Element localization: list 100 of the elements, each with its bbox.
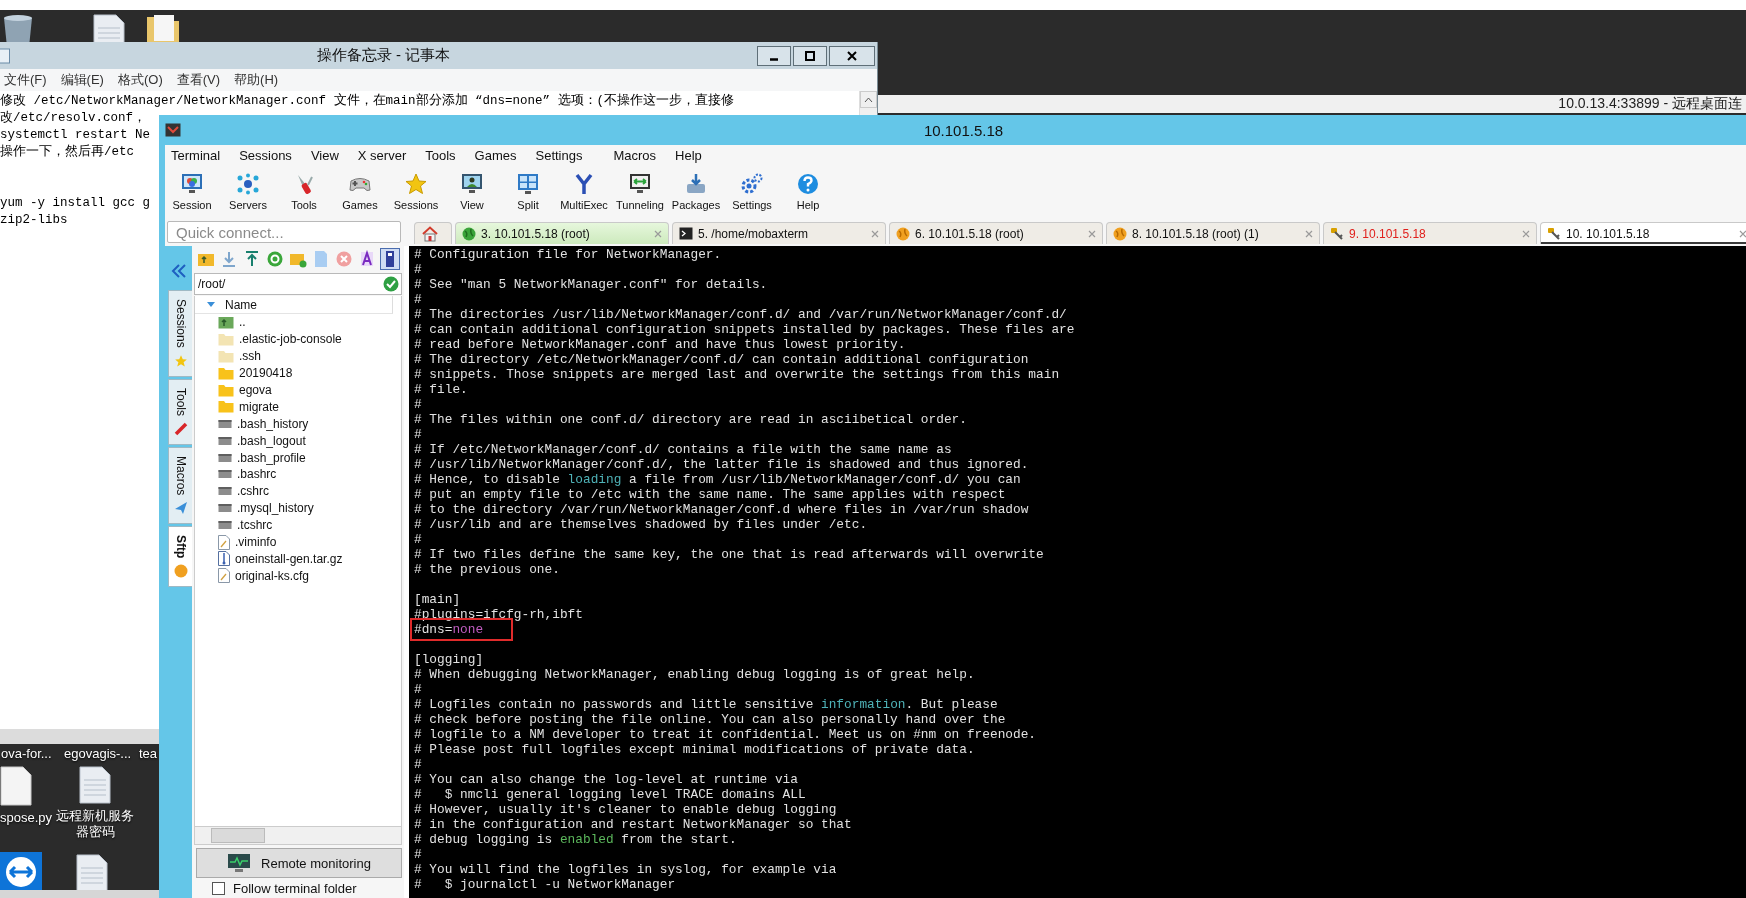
toolbar-button[interactable]: Session	[167, 168, 217, 216]
file-name[interactable]: .bash_profile	[237, 450, 306, 465]
terminal-line: [logging]	[414, 652, 484, 667]
file-name[interactable]: migrate	[239, 399, 279, 414]
file-name[interactable]: .bash_logout	[237, 433, 306, 448]
column-header[interactable]: Name	[195, 296, 393, 314]
knife-icon	[173, 421, 188, 436]
toolbar-button[interactable]	[380, 248, 400, 270]
session-tab[interactable]	[414, 222, 452, 244]
menu-item[interactable]: Help	[675, 148, 702, 163]
terminal-line: # read before NetworkManager.conf and have thus lowest priority.	[414, 337, 906, 352]
side-tab[interactable]: Macros	[168, 446, 192, 525]
session-tab[interactable]: 5. /home/mobaxterm	[672, 222, 886, 244]
file-name[interactable]: .elastic-job-console	[239, 332, 342, 347]
menu-item[interactable]: Tools	[425, 148, 456, 163]
terminal-line: # snippets. Those snippets are merged last and overwrite the settings from this main	[414, 367, 1060, 382]
follow-terminal-checkbox[interactable]: Follow terminal folder	[192, 878, 404, 898]
file-name[interactable]: .mysql_history	[237, 501, 314, 516]
toolbar-button[interactable]: Split	[503, 168, 553, 216]
menu-item[interactable]: 帮助(H)	[234, 71, 279, 89]
close-button[interactable]	[829, 45, 875, 66]
toolbar-button[interactable]: Servers	[223, 168, 273, 216]
text-line: systemctl restart Ne	[0, 127, 151, 144]
path-field[interactable]: /root/	[194, 273, 402, 295]
toolbar-button[interactable]: View	[447, 168, 497, 216]
menu-item[interactable]: Games	[474, 148, 517, 163]
delete-icon	[335, 250, 353, 268]
toolbar-button[interactable]: Tools	[279, 168, 329, 216]
side-tab[interactable]: Sftp	[168, 526, 192, 588]
file-name[interactable]: .tcshrc	[237, 518, 273, 533]
remote-monitoring-button[interactable]: Remote monitoring	[196, 848, 402, 878]
terminal[interactable]	[409, 246, 1746, 898]
scroll-thumb[interactable]	[211, 828, 265, 843]
toolbar-button[interactable]: Help	[783, 168, 833, 216]
scrollbar[interactable]	[194, 826, 402, 845]
session-tab[interactable]: 3. 10.101.5.18 (root)	[455, 222, 669, 244]
terminal-line: # If /etc/NetworkManager/conf.d/ contains a file with the same name as	[414, 442, 952, 457]
side-tab[interactable]: Tools	[168, 378, 192, 445]
file-name[interactable]: .ssh	[239, 349, 261, 364]
split-window-icon	[516, 173, 540, 195]
side-tab[interactable]: Sessions	[168, 290, 192, 377]
terminal-line: #	[414, 397, 422, 412]
file-name[interactable]: egova	[239, 383, 272, 397]
session-tab[interactable]: 8. 10.101.5.18 (root) (1)	[1106, 222, 1320, 244]
menu-item[interactable]: 文件(F)	[4, 71, 47, 89]
file-name[interactable]: ..	[239, 315, 246, 330]
menu-item[interactable]: 编辑(E)	[60, 71, 104, 89]
minimize-button[interactable]	[757, 45, 791, 66]
menu-item[interactable]: Settings	[535, 148, 583, 163]
session-tab[interactable]: 6. 10.101.5.18 (root)	[889, 222, 1103, 244]
globe-icon	[896, 226, 910, 241]
toolbar-button[interactable]: Sessions	[391, 168, 441, 216]
file-name[interactable]: oneinstall-gen.tar.gz	[235, 551, 343, 566]
terminal-line: #	[414, 262, 422, 277]
folder-icon	[218, 383, 234, 397]
desktop-icon-label[interactable]: spose.py	[0, 810, 53, 826]
menu-item[interactable]: X server	[357, 148, 407, 163]
file-name[interactable]: .viminfo	[235, 535, 277, 549]
terminal-line: # put an empty file to /etc with the same name. The same applies with respect	[414, 487, 1006, 502]
text-line: 修改 /etc/NetworkManager/NetworkManager.conf 文件，在main部分添加 “dns=none” 选项：(不操作这一步，直接修	[0, 93, 735, 110]
menu-item[interactable]: Terminal	[171, 148, 221, 163]
text-line: zip2-libs	[0, 212, 68, 229]
toolbar-button[interactable]: MultiExec	[559, 168, 609, 216]
globe-icon	[1113, 226, 1127, 241]
file-icon	[218, 435, 232, 446]
file-icon	[0, 766, 32, 806]
terminal-line: # You can also change the log-level at runtime via	[414, 772, 798, 787]
network-icon	[236, 173, 260, 195]
terminal-line: # logfile to a NM developer to treat it confidential. Meet us on #nm on freenode.	[414, 727, 1037, 742]
maximize-icon	[805, 50, 815, 61]
file-name[interactable]: .cshrc	[237, 484, 269, 499]
document-icon	[218, 534, 230, 550]
maximize-button[interactable]	[793, 45, 827, 66]
desktop-icon-label[interactable]: ova-for...	[1, 746, 52, 762]
monitor-icon	[227, 853, 252, 873]
scroll-up-button[interactable]	[860, 91, 877, 108]
file-name[interactable]: original-ks.cfg	[235, 568, 310, 583]
toolbar-button[interactable]: Settings	[727, 168, 777, 216]
toolbar-button[interactable]: Games	[335, 168, 385, 216]
toolbar-button[interactable]: Tunneling	[615, 168, 665, 216]
quick-connect-field[interactable]: Quick connect...	[167, 221, 401, 243]
desktop-icon-label[interactable]: egovagis-...	[64, 746, 132, 762]
menu-item[interactable]: Macros	[613, 148, 657, 163]
menu-item[interactable]: 查看(V)	[176, 71, 221, 89]
file-name[interactable]: .bash_history	[237, 416, 309, 431]
desktop-icon-label[interactable]: tea	[139, 746, 158, 762]
tab-label: 10. 10.101.5.18	[1566, 226, 1651, 241]
session-tab[interactable]: 9. 10.101.5.18	[1323, 222, 1537, 244]
session-tab[interactable]: 10. 10.101.5.18	[1540, 222, 1746, 244]
terminal-line: #plugins=ifcfg-rh,ibft	[414, 607, 583, 622]
file-name[interactable]: 20190418	[239, 366, 293, 381]
file-name[interactable]: .bashrc	[237, 467, 277, 482]
terminal-line: # debug logging is enabled from the start.	[414, 832, 737, 847]
toolbar-button[interactable]: Packages	[671, 168, 721, 216]
close-icon	[1739, 229, 1746, 238]
menu-item[interactable]: 格式(O)	[117, 71, 163, 89]
desktop-icon-label[interactable]: 远程新机服务器密码	[52, 808, 138, 840]
scrollbar[interactable]	[0, 729, 159, 744]
menu-item[interactable]: View	[310, 148, 339, 163]
menu-item[interactable]: Sessions	[239, 148, 292, 163]
